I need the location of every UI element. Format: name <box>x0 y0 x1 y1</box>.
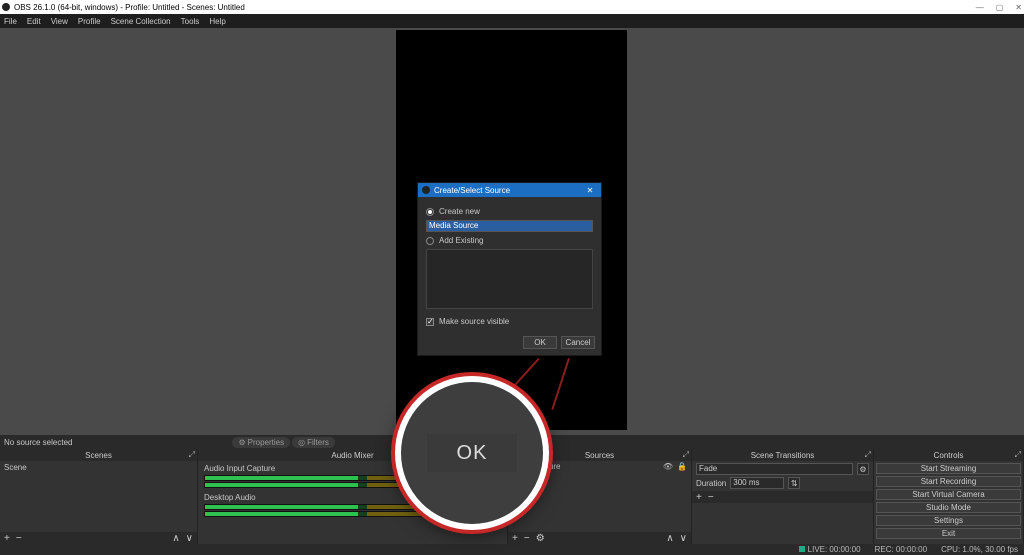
gear-icon: ⚙ <box>238 438 245 447</box>
cpu-status: CPU: 1.0%, 30.00 fps <box>941 545 1018 554</box>
dialog-ok-button[interactable]: OK <box>523 336 557 349</box>
obs-logo-icon <box>422 186 430 194</box>
scene-down-button[interactable]: ∨ <box>186 533 193 544</box>
obs-logo-icon <box>2 3 10 11</box>
source-up-button[interactable]: ∧ <box>666 533 673 544</box>
window-maximize-button[interactable]: ▢ <box>996 3 1004 12</box>
filters-icon: ◎ <box>298 438 305 447</box>
transitions-title: Scene Transitions <box>751 451 815 460</box>
source-add-button[interactable]: + <box>512 533 518 544</box>
transition-remove-button[interactable]: − <box>708 492 714 503</box>
controls-title: Controls <box>934 451 964 460</box>
mixer-title: Audio Mixer <box>331 451 373 460</box>
scene-up-button[interactable]: ∧ <box>172 533 179 544</box>
existing-sources-listbox[interactable] <box>426 249 593 309</box>
window-title: OBS 26.1.0 (64-bit, windows) - Profile: … <box>14 3 245 12</box>
magnified-ok-button: OK <box>427 434 517 472</box>
radio-icon <box>426 208 434 216</box>
transition-add-button[interactable]: + <box>696 492 702 503</box>
sources-popout-icon[interactable]: ⤢ <box>683 450 689 460</box>
no-source-label: No source selected <box>4 438 72 447</box>
scene-add-button[interactable]: + <box>4 533 10 544</box>
make-visible-label: Make source visible <box>439 317 509 326</box>
create-source-dialog: Create/Select Source ✕ Create new Media … <box>417 182 602 356</box>
duration-label: Duration <box>696 479 726 488</box>
window-close-button[interactable]: ✕ <box>1015 3 1022 12</box>
add-existing-label: Add Existing <box>439 236 483 245</box>
create-new-label: Create new <box>439 207 480 216</box>
window-minimize-button[interactable]: — <box>976 3 984 12</box>
settings-button[interactable]: Settings <box>876 515 1021 526</box>
transitions-panel: Scene Transitions ⤢ Fade ⚙ Duration 300 m… <box>692 449 874 544</box>
properties-button[interactable]: ⚙Properties <box>232 437 290 448</box>
add-existing-option[interactable]: Add Existing <box>426 236 593 245</box>
menu-profile[interactable]: Profile <box>78 17 101 26</box>
scene-item[interactable]: Scene <box>0 461 197 474</box>
visibility-icon[interactable]: 👁 <box>663 462 673 471</box>
dialog-close-button[interactable]: ✕ <box>583 186 597 195</box>
dialog-title: Create/Select Source <box>434 186 510 195</box>
duration-stepper[interactable]: ⇅ <box>788 477 800 489</box>
window-titlebar: OBS 26.1.0 (64-bit, windows) - Profile: … <box>0 0 1024 14</box>
controls-panel: Controls ⤢ Start Streaming Start Recordin… <box>874 449 1024 544</box>
start-streaming-button[interactable]: Start Streaming <box>876 463 1021 474</box>
source-name-input[interactable]: Media Source <box>426 220 593 232</box>
studio-mode-button[interactable]: Studio Mode <box>876 502 1021 513</box>
dialog-cancel-button[interactable]: Cancel <box>561 336 595 349</box>
duration-input[interactable]: 300 ms <box>730 477 784 489</box>
mixer-track-label: Audio Input Capture <box>204 464 275 473</box>
menu-file[interactable]: File <box>4 17 17 26</box>
controls-popout-icon[interactable]: ⤢ <box>1015 450 1021 460</box>
menu-edit[interactable]: Edit <box>27 17 41 26</box>
scenes-popout-icon[interactable]: ⤢ <box>189 450 195 460</box>
source-remove-button[interactable]: − <box>524 533 530 544</box>
start-virtual-camera-button[interactable]: Start Virtual Camera <box>876 489 1021 500</box>
menu-view[interactable]: View <box>51 17 68 26</box>
start-recording-button[interactable]: Start Recording <box>876 476 1021 487</box>
status-bar: LIVE: 00:00:00 REC: 00:00:00 CPU: 1.0%, … <box>0 544 1024 555</box>
menu-help[interactable]: Help <box>209 17 225 26</box>
sources-title: Sources <box>585 451 614 460</box>
source-gear-button[interactable]: ⚙ <box>536 533 545 544</box>
mixer-track-label: Desktop Audio <box>204 493 256 502</box>
filters-button[interactable]: ◎Filters <box>292 437 335 448</box>
rec-status: REC: 00:00:00 <box>875 545 927 554</box>
live-indicator-icon <box>799 546 805 552</box>
menu-tools[interactable]: Tools <box>181 17 200 26</box>
menu-bar: File Edit View Profile Scene Collection … <box>0 14 1024 28</box>
transitions-popout-icon[interactable]: ⤢ <box>865 450 871 460</box>
visible-checkbox[interactable] <box>426 318 434 326</box>
transition-select[interactable]: Fade <box>696 463 853 475</box>
live-status: LIVE: 00:00:00 <box>808 545 861 554</box>
scenes-panel: Scenes ⤢ Scene + − ∧ ∨ <box>0 449 198 544</box>
lock-icon[interactable]: 🔒 <box>677 462 687 471</box>
scene-remove-button[interactable]: − <box>16 533 22 544</box>
magnifier-callout: OK <box>395 376 549 530</box>
create-new-option[interactable]: Create new <box>426 207 593 216</box>
radio-icon <box>426 237 434 245</box>
scenes-title: Scenes <box>85 451 112 460</box>
exit-button[interactable]: Exit <box>876 528 1021 539</box>
menu-scene-collection[interactable]: Scene Collection <box>111 17 171 26</box>
transition-gear-button[interactable]: ⚙ <box>857 463 869 475</box>
source-down-button[interactable]: ∨ <box>680 533 687 544</box>
